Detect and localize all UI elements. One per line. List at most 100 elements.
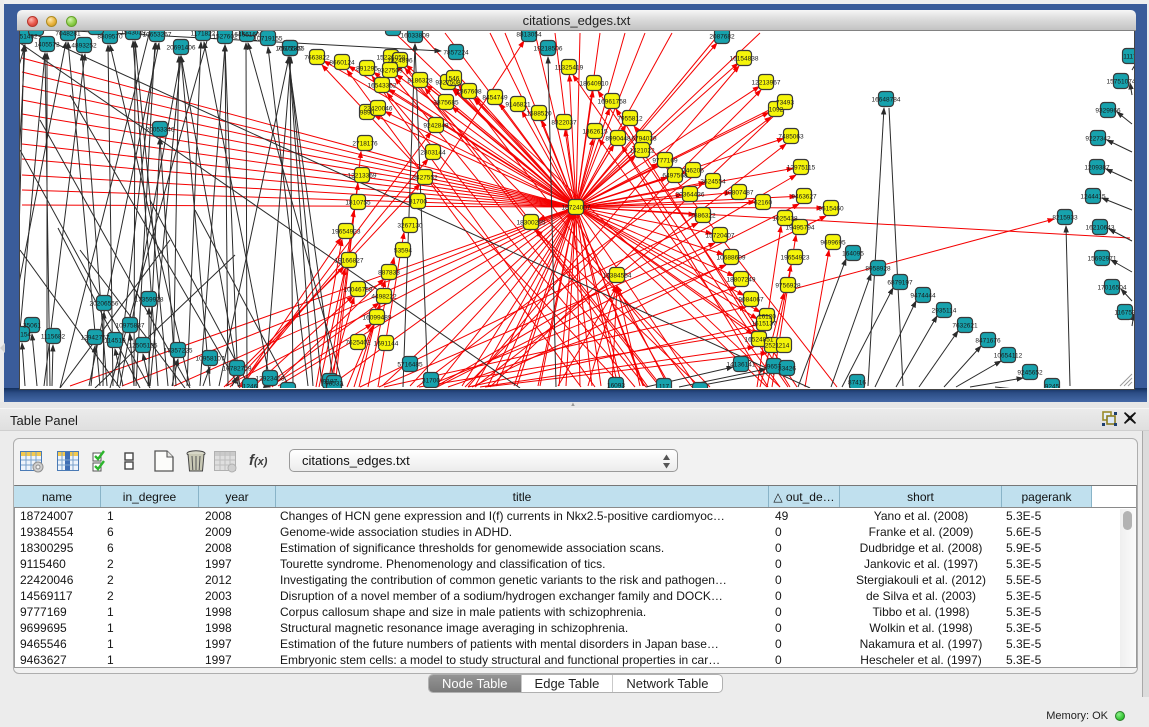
- svg-text:6879197: 6879197: [887, 280, 913, 287]
- svg-text:8813054: 8813054: [516, 32, 542, 39]
- svg-text:4893252: 4893252: [71, 43, 97, 50]
- svg-text:9146821: 9146821: [505, 102, 531, 109]
- svg-text:116753: 116753: [1114, 310, 1134, 317]
- svg-text:5716485: 5716485: [397, 362, 423, 369]
- svg-text:16120: 16120: [758, 314, 776, 321]
- svg-text:2521: 2521: [765, 343, 780, 350]
- svg-text:10046758: 10046758: [344, 287, 373, 294]
- svg-text:20875: 20875: [279, 388, 297, 389]
- svg-text:10654112: 10654112: [994, 353, 1023, 360]
- svg-text:1362615: 1362615: [582, 129, 608, 136]
- svg-text:10807487: 10807487: [725, 190, 754, 197]
- svg-text:164095: 164095: [842, 251, 864, 258]
- svg-text:20691406: 20691406: [167, 45, 196, 52]
- svg-text:1117: 1117: [1123, 54, 1134, 61]
- svg-text:1246: 1246: [243, 384, 258, 389]
- svg-text:7663822: 7663822: [304, 55, 330, 62]
- svg-text:114519: 114519: [104, 338, 126, 345]
- svg-text:18807249: 18807249: [727, 277, 756, 284]
- svg-text:1691144: 1691144: [374, 341, 399, 348]
- svg-text:1405572: 1405572: [34, 42, 60, 49]
- svg-text:14136141: 14136141: [727, 362, 756, 369]
- svg-text:3624554: 3624554: [700, 179, 726, 186]
- svg-text:12213967: 12213967: [752, 80, 781, 87]
- svg-text:4498222: 4498222: [371, 294, 397, 301]
- svg-text:8186328: 8186328: [407, 78, 433, 85]
- svg-text:17357225: 17357225: [164, 348, 193, 355]
- svg-text:18300295: 18300295: [517, 220, 546, 227]
- svg-text:18724007: 18724007: [562, 205, 591, 212]
- svg-text:33426: 33426: [778, 366, 796, 373]
- svg-text:2094: 2094: [693, 388, 708, 389]
- svg-text:17359928: 17359928: [135, 297, 164, 304]
- svg-text:16154838: 16154838: [730, 56, 759, 63]
- svg-text:3875685: 3875685: [433, 100, 459, 107]
- svg-text:16093: 16093: [607, 383, 625, 389]
- svg-text:2099: 2099: [89, 31, 104, 32]
- svg-text:31700: 31700: [422, 378, 440, 385]
- svg-text:1092: 1092: [769, 107, 784, 114]
- svg-text:16543362: 16543362: [368, 83, 397, 90]
- svg-text:11325419: 11325419: [555, 65, 584, 72]
- svg-text:546: 546: [449, 76, 460, 83]
- svg-text:12505135: 12505135: [129, 343, 158, 350]
- svg-text:7485063: 7485063: [778, 134, 804, 141]
- svg-text:31700: 31700: [409, 199, 427, 206]
- svg-text:7048281: 7048281: [55, 31, 81, 38]
- svg-text:9474444: 9474444: [910, 293, 936, 300]
- svg-text:9245: 9245: [1045, 384, 1060, 389]
- svg-text:2935114: 2935114: [932, 308, 957, 315]
- svg-text:10719155: 10719155: [254, 36, 283, 43]
- svg-text:2867608: 2867608: [456, 89, 482, 96]
- svg-text:8660124: 8660124: [329, 60, 355, 67]
- svg-text:7955812: 7955812: [617, 116, 643, 123]
- svg-text:16648784: 16648784: [872, 97, 901, 104]
- svg-text:214: 214: [779, 343, 790, 350]
- svg-text:16961758: 16961758: [598, 99, 627, 106]
- svg-text:73493: 73493: [776, 100, 794, 107]
- svg-text:1025438: 1025438: [772, 216, 798, 223]
- svg-text:12213369: 12213369: [348, 173, 377, 180]
- svg-text:8809570: 8809570: [97, 34, 123, 41]
- svg-text:8215933: 8215933: [1052, 215, 1078, 222]
- svg-text:8451462: 8451462: [20, 34, 38, 41]
- svg-text:10975887: 10975887: [116, 323, 145, 330]
- svg-text:8322037: 8322037: [551, 120, 577, 127]
- svg-text:2718176: 2718176: [352, 141, 378, 148]
- svg-text:19654923: 19654923: [781, 255, 810, 262]
- svg-text:15751074: 15751074: [1107, 79, 1134, 86]
- svg-text:15720407: 15720407: [706, 233, 735, 240]
- svg-text:22420046: 22420046: [364, 106, 393, 113]
- svg-text:17016504: 17016504: [1098, 285, 1127, 292]
- svg-text:12923468: 12923468: [256, 376, 285, 383]
- svg-text:3427552: 3427552: [412, 175, 438, 182]
- svg-text:10958107: 10958107: [196, 356, 225, 363]
- svg-text:20206556: 20206556: [90, 301, 119, 308]
- svg-text:7824896: 7824896: [387, 58, 413, 65]
- svg-text:9463627: 9463627: [791, 194, 817, 201]
- svg-text:9242848: 9242848: [423, 123, 449, 130]
- svg-text:87416: 87416: [848, 380, 866, 387]
- svg-text:1034: 1034: [29, 31, 44, 33]
- svg-text:16210643: 16210643: [1086, 225, 1115, 232]
- svg-text:8990448: 8990448: [605, 136, 631, 143]
- svg-text:15692971: 15692971: [1088, 256, 1117, 263]
- svg-text:19654923: 19654923: [332, 229, 361, 236]
- svg-text:53594: 53594: [394, 248, 412, 255]
- svg-text:7886322: 7886322: [690, 213, 716, 220]
- svg-text:1615137: 1615137: [751, 321, 777, 328]
- svg-text:1244415: 1244415: [1080, 194, 1106, 201]
- svg-text:2087682: 2087682: [709, 34, 735, 41]
- svg-text:10653267: 10653267: [143, 32, 172, 39]
- svg-text:8958928: 8958928: [865, 266, 891, 273]
- svg-text:891295: 891295: [356, 66, 378, 73]
- svg-text:8454749: 8454749: [482, 95, 508, 102]
- svg-text:1209387: 1209387: [1084, 165, 1110, 172]
- svg-text:98532: 98532: [325, 381, 343, 388]
- svg-text:16033809: 16033809: [401, 33, 430, 40]
- svg-text:9515460: 9515460: [818, 206, 844, 213]
- svg-text:19384554: 19384554: [603, 273, 632, 280]
- svg-text:7857224: 7857224: [443, 50, 469, 57]
- svg-text:18640910: 18640910: [580, 81, 609, 88]
- svg-text:9084067: 9084067: [738, 297, 764, 304]
